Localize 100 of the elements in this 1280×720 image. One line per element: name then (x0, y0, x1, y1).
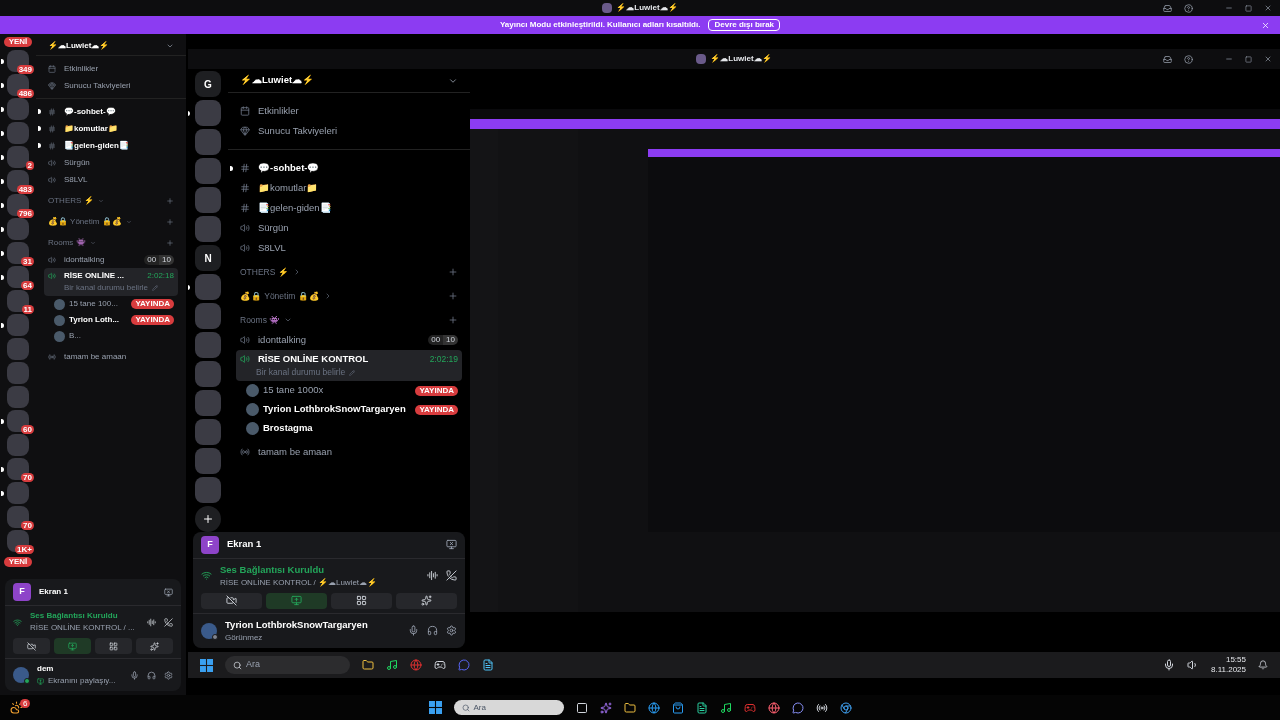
gamepad-icon[interactable] (434, 659, 446, 671)
search-field[interactable]: Ara (225, 656, 350, 674)
channel-name[interactable]: 📁komutlar📁 (64, 122, 118, 135)
store-icon[interactable] (671, 701, 684, 714)
member-name[interactable]: 15 tane 1000x (263, 383, 412, 398)
category-name[interactable]: 💰🔒 Yönetim 🔒💰 (240, 289, 320, 303)
task-view-icon[interactable] (575, 701, 588, 714)
help-icon[interactable] (1184, 54, 1193, 64)
voice-control-button[interactable] (396, 592, 457, 609)
voice-control-button[interactable] (201, 592, 262, 609)
voice-control-button[interactable] (95, 638, 132, 654)
weather-icon[interactable] (10, 701, 23, 714)
music-icon[interactable] (386, 659, 398, 671)
voice-control-button[interactable] (266, 592, 327, 609)
headphones-icon[interactable] (147, 670, 156, 680)
window-title: ⚡☁Luwiet☁⚡ (710, 53, 772, 65)
channel-name[interactable]: S8LVL (258, 240, 458, 256)
member-name[interactable]: Tyrion Loth... (69, 314, 128, 326)
voice-control-button[interactable] (136, 638, 173, 654)
help-icon[interactable] (1184, 3, 1193, 13)
browser-icon[interactable] (767, 701, 780, 714)
member-name[interactable]: B... (69, 330, 174, 342)
channel-name[interactable]: 💬-sohbet-💬 (258, 160, 320, 176)
headphones-icon[interactable] (427, 625, 438, 637)
channel-name[interactable]: 💬-sohbet-💬 (64, 105, 116, 118)
settings-icon[interactable] (446, 625, 457, 637)
add-channel-icon[interactable] (448, 315, 458, 325)
channel-name[interactable]: tamam be amaan (64, 350, 127, 363)
channel-name[interactable]: 📑gelen-giden📑 (64, 139, 129, 152)
menu-item[interactable]: Etkinlikler (258, 103, 299, 119)
channel-name[interactable]: Sürgün (258, 220, 458, 236)
inbox-icon[interactable] (1163, 3, 1172, 13)
channel-name[interactable]: tamam be amaan (258, 444, 332, 460)
member-name[interactable]: 15 tane 100... (69, 298, 128, 310)
channel-name[interactable]: 📁komutlar📁 (258, 180, 319, 196)
connection-channel[interactable]: RİSE ONLİNE KONTROL / ⚡☁Luwiet☁⚡ (220, 576, 419, 589)
windows-logo-icon[interactable] (200, 658, 213, 672)
close-icon[interactable] (1264, 55, 1272, 63)
add-channel-icon[interactable] (448, 291, 458, 301)
stop-stream-icon[interactable] (446, 539, 457, 550)
new-badge[interactable]: YENİ (3, 37, 33, 47)
channel-name[interactable]: S8LVL (64, 173, 174, 186)
member-name[interactable]: Tyrion LothbrokSnowTargaryen (263, 402, 412, 417)
category-name[interactable]: Rooms 👾 (48, 236, 86, 249)
disconnect-icon[interactable] (446, 570, 457, 582)
add-server-button[interactable] (195, 506, 221, 532)
user-avatar[interactable] (201, 622, 217, 639)
bell-icon[interactable] (1258, 660, 1268, 670)
category-name[interactable]: OTHERS ⚡ (48, 194, 94, 207)
folder-icon[interactable] (362, 659, 374, 671)
search-field[interactable]: Ara (453, 700, 564, 715)
server-icon[interactable]: N (195, 245, 221, 271)
volume-icon[interactable] (1187, 659, 1199, 671)
disconnect-icon[interactable] (164, 617, 173, 627)
channel-name[interactable]: idonttalking (258, 332, 421, 348)
globe-icon[interactable] (647, 701, 660, 714)
notepad-icon[interactable] (482, 659, 494, 671)
signal-icon[interactable] (201, 570, 212, 582)
close-icon[interactable] (1264, 4, 1272, 12)
menu-item[interactable]: Etkinlikler (64, 62, 99, 75)
maximize-icon[interactable] (1245, 55, 1252, 63)
music-icon[interactable] (719, 701, 732, 714)
folder-icon[interactable] (623, 701, 636, 714)
category-name[interactable]: OTHERS ⚡ (240, 265, 289, 279)
new-badge[interactable]: YENİ (3, 557, 33, 567)
category-name[interactable]: Rooms 👾 (240, 313, 281, 327)
inbox-icon[interactable] (1163, 54, 1172, 64)
voice-control-button[interactable] (13, 638, 50, 654)
voice-control-button[interactable] (331, 592, 392, 609)
category-name[interactable]: 💰🔒 Yönetim 🔒💰 (48, 215, 122, 228)
server-name: ⚡☁Luwiet☁⚡ (48, 39, 110, 52)
globe-icon[interactable] (410, 659, 422, 671)
chat-app-icon[interactable] (458, 659, 470, 671)
close-icon[interactable] (1261, 20, 1270, 30)
channel-name[interactable]: 📑gelen-giden📑 (258, 200, 332, 216)
menu-item[interactable]: Sunucu Takviyeleri (64, 79, 131, 92)
microphone-icon[interactable] (408, 625, 419, 637)
active-voice-channel[interactable]: RİSE ONLİNE ... 2:02:18 Bir kanal durumu belirle (44, 268, 178, 296)
disable-button[interactable]: Devre dışı bırak (708, 19, 781, 31)
server-header[interactable]: ⚡☁Luwiet☁⚡ (228, 69, 470, 93)
active-voice-channel[interactable]: RİSE ONLİNE KONTROL 2:02:19 Bir kanal durumu belirle (236, 350, 462, 381)
connection-channel[interactable]: RİSE ONLİNE KONTROL / ... (30, 622, 139, 634)
member-name[interactable]: Brostagma (263, 421, 458, 436)
channel-name[interactable]: Sürgün (64, 156, 174, 169)
server-header[interactable]: ⚡☁Luwiet☁⚡ (36, 36, 186, 56)
microphone-icon[interactable] (1163, 659, 1175, 671)
windows-logo-icon[interactable] (428, 701, 442, 714)
chrome-icon[interactable] (839, 701, 852, 714)
add-channel-icon[interactable] (448, 267, 458, 277)
sparkle-icon[interactable] (599, 701, 612, 714)
menu-item[interactable]: Sunucu Takviyeleri (258, 123, 338, 139)
signal-icon[interactable] (13, 617, 22, 627)
user-avatar[interactable] (13, 667, 29, 683)
document-icon[interactable] (695, 701, 708, 714)
maximize-icon[interactable] (1245, 4, 1252, 12)
channel-name[interactable]: idonttalking (64, 253, 137, 266)
stop-stream-icon[interactable] (164, 587, 173, 597)
settings-icon[interactable] (164, 670, 173, 680)
server-icon[interactable]: G (195, 71, 221, 97)
chat-app-icon[interactable] (791, 701, 804, 714)
